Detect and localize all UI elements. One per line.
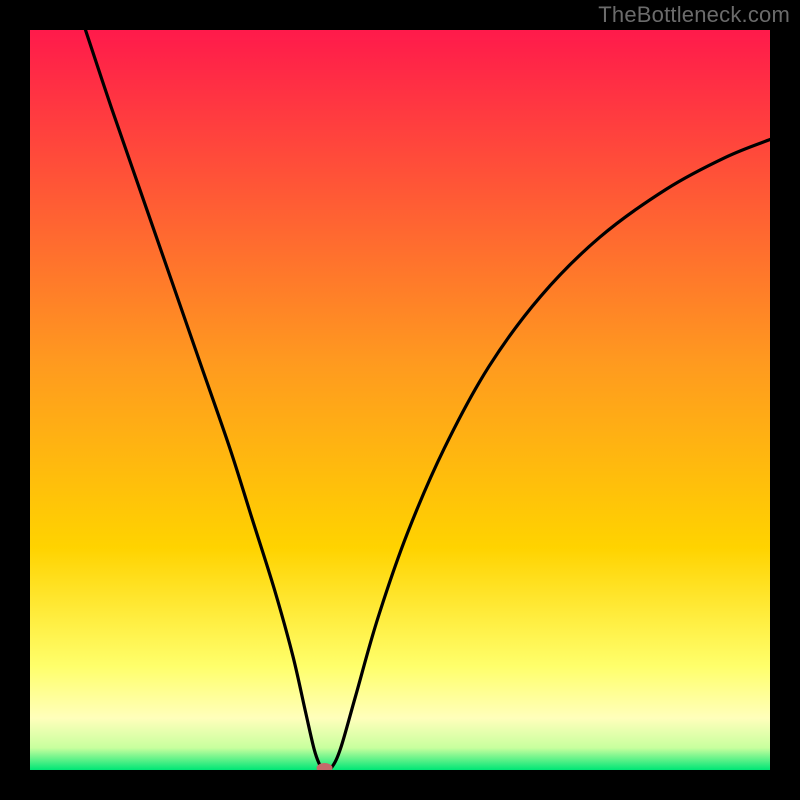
gradient-background [30,30,770,770]
bottleneck-curve-plot [0,0,800,800]
chart-frame: TheBottleneck.com [0,0,800,800]
minimum-marker [317,763,333,773]
